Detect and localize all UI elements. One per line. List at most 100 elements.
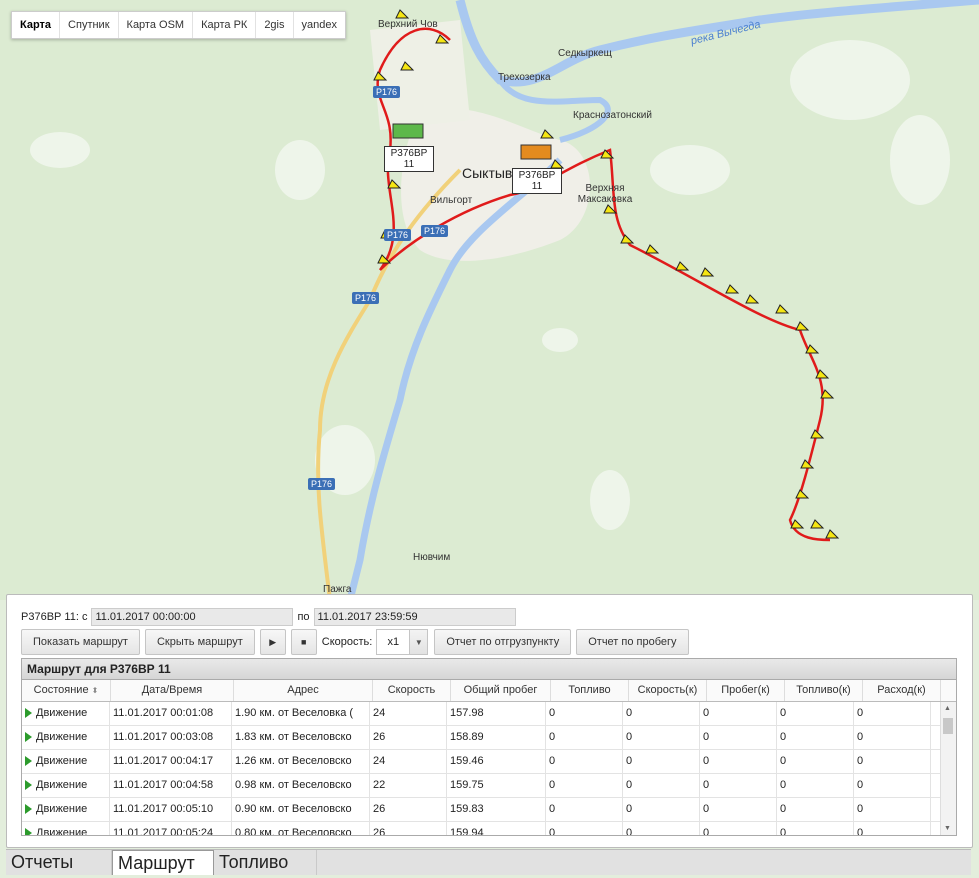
column-header[interactable]: Топливо <box>551 680 629 701</box>
column-header[interactable]: Топливо(к) <box>785 680 863 701</box>
place-label: Сыктыв <box>462 165 513 181</box>
cell-text: 0 <box>703 731 710 743</box>
cell-text: 0.98 км. от Веселовско <box>235 779 352 791</box>
road-badge: Р176 <box>373 86 401 98</box>
table-cell: 0 <box>546 750 623 773</box>
cell-text: 0 <box>703 779 710 791</box>
cell-text: 11.01.2017 00:04:17 <box>113 755 214 767</box>
cell-text: 159.75 <box>450 779 484 791</box>
map-tab-osm[interactable]: Карта OSM <box>119 12 194 38</box>
cell-text: 1.26 км. от Веселовско <box>235 755 352 767</box>
place-label: Верхняя Максаковка <box>577 183 633 205</box>
table-cell: 157.98 <box>447 702 546 725</box>
to-label: по <box>297 611 310 623</box>
scroll-up-icon[interactable]: ▲ <box>944 705 951 712</box>
table-cell: 1.26 км. от Веселовско <box>232 750 370 773</box>
route-toolbar: Показать маршрут Скрыть маршрут ▶ ■ Скор… <box>21 629 694 655</box>
status-play-icon <box>25 732 32 743</box>
place-label: Краснозатонский <box>573 110 652 121</box>
date-from-input[interactable]: 11.01.2017 00:00:00 <box>91 608 294 626</box>
table-row[interactable]: Движение 11.01.2017 00:05:10 0.90 км. от В… <box>22 798 940 822</box>
cell-text: 0 <box>549 731 556 743</box>
table-cell: 0 <box>623 750 700 773</box>
table-row[interactable]: Движение 11.01.2017 00:05:24 0.80 км. от В… <box>22 822 940 835</box>
map-tab-2gis[interactable]: 2gis <box>256 12 294 38</box>
scroll-thumb[interactable] <box>943 718 953 734</box>
table-cell: 26 <box>370 798 447 821</box>
grid-header: Состояние ⬍ Дата/Время Адрес Скорость Об… <box>22 680 956 702</box>
cell-text: 11.01.2017 00:03:08 <box>113 731 214 743</box>
table-cell: 0 <box>700 798 777 821</box>
grid-scrollbar[interactable]: ▲ ▼ <box>940 702 956 835</box>
cell-text: Движение <box>36 803 88 815</box>
table-cell: 159.94 <box>447 822 546 835</box>
speed-select[interactable]: x1 ▼ <box>376 629 429 655</box>
column-header[interactable]: Адрес <box>234 680 373 701</box>
table-cell: 11.01.2017 00:04:17 <box>110 750 232 773</box>
tab-route[interactable]: Маршрут <box>112 850 214 875</box>
cell-text: 0 <box>549 827 556 835</box>
place-label: Вильгорт <box>430 195 473 206</box>
map-tab-map[interactable]: Карта <box>12 12 61 38</box>
table-cell: 26 <box>370 726 447 749</box>
column-header[interactable]: Расход(к) <box>863 680 941 701</box>
cell-text: 159.83 <box>450 803 484 815</box>
grid-body[interactable]: Движение 11.01.2017 00:01:08 1.90 км. от В… <box>22 702 940 835</box>
table-row[interactable]: Движение 11.01.2017 00:04:58 0.98 км. от В… <box>22 774 940 798</box>
cell-text: 0 <box>703 707 710 719</box>
table-row[interactable]: Движение 11.01.2017 00:01:08 1.90 км. от В… <box>22 702 940 726</box>
table-cell: 159.75 <box>447 774 546 797</box>
column-header[interactable]: Скорость <box>373 680 451 701</box>
bottom-tabs: Отчеты Маршрут Топливо <box>6 849 971 875</box>
mileage-report-button[interactable]: Отчет по пробегу <box>576 629 689 655</box>
cell-text: 0 <box>626 707 633 719</box>
table-cell: 0 <box>700 750 777 773</box>
column-header[interactable]: Общий пробег <box>451 680 551 701</box>
hide-route-button[interactable]: Скрыть маршрут <box>144 629 255 655</box>
cell-text: 0 <box>857 827 864 835</box>
table-cell: 0 <box>854 726 931 749</box>
play-icon[interactable]: ▶ <box>259 629 286 655</box>
column-header[interactable]: Скорость(к) <box>629 680 707 701</box>
table-cell: 0 <box>854 702 931 725</box>
table-cell: 0 <box>700 726 777 749</box>
cell-text: 159.94 <box>450 827 484 835</box>
date-to-input[interactable]: 11.01.2017 23:59:59 <box>313 608 516 626</box>
column-header[interactable]: Дата/Время <box>111 680 234 701</box>
map-tab-rk[interactable]: Карта РК <box>193 12 257 38</box>
table-cell: 0 <box>777 798 854 821</box>
chevron-down-icon[interactable]: ▼ <box>409 630 428 654</box>
table-cell: 0 <box>623 774 700 797</box>
table-cell: 0 <box>854 774 931 797</box>
map-type-tabs: Карта Спутник Карта OSM Карта РК 2gis ya… <box>11 11 346 39</box>
vehicle-marker-label[interactable]: Р376ВР 11 <box>384 146 434 172</box>
tab-fuel[interactable]: Топливо <box>214 850 317 875</box>
cell-text: 0 <box>857 707 864 719</box>
cell-text: 1.83 км. от Веселовско <box>235 731 352 743</box>
table-cell: 24 <box>370 750 447 773</box>
stop-icon[interactable]: ■ <box>290 629 317 655</box>
cell-text: 0.80 км. от Веселовско <box>235 827 352 835</box>
map-canvas[interactable] <box>0 0 979 600</box>
table-row[interactable]: Движение 11.01.2017 00:04:17 1.26 км. от В… <box>22 750 940 774</box>
map-tab-yandex[interactable]: yandex <box>294 12 345 38</box>
vehicle-prefix: Р376ВР 11: с <box>21 611 88 623</box>
vehicle-marker-label[interactable]: Р376ВР 11 <box>512 168 562 194</box>
column-header[interactable]: Пробег(к) <box>707 680 785 701</box>
cell-text: 11.01.2017 00:04:58 <box>113 779 214 791</box>
table-cell: 0 <box>700 702 777 725</box>
unload-point-report-button[interactable]: Отчет по отгрузпункту <box>434 629 572 655</box>
show-route-button[interactable]: Показать маршрут <box>21 629 140 655</box>
column-header[interactable]: Состояние ⬍ <box>22 680 111 701</box>
cell-text: 24 <box>373 707 386 719</box>
table-row[interactable]: Движение 11.01.2017 00:03:08 1.83 км. от В… <box>22 726 940 750</box>
tab-reports[interactable]: Отчеты <box>6 850 112 875</box>
table-cell: Движение <box>22 702 110 725</box>
table-cell: 11.01.2017 00:04:58 <box>110 774 232 797</box>
cell-text: 0 <box>857 803 864 815</box>
table-cell: 0 <box>623 726 700 749</box>
map-view[interactable]: Карта Спутник Карта OSM Карта РК 2gis ya… <box>0 0 979 600</box>
scroll-down-icon[interactable]: ▼ <box>944 825 951 832</box>
cell-text: 0 <box>626 731 633 743</box>
map-tab-satellite[interactable]: Спутник <box>60 12 119 38</box>
